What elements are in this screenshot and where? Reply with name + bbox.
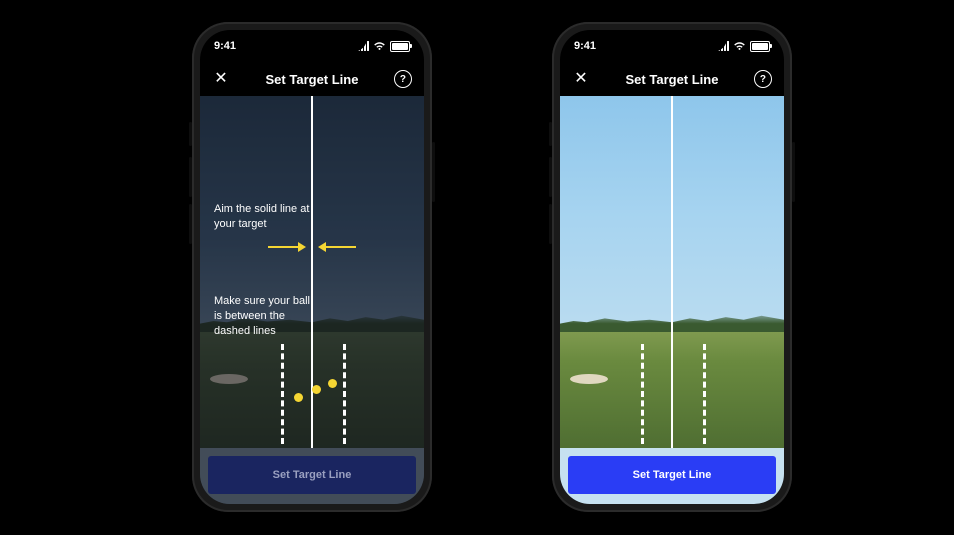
nav-bar: ✕ Set Target Line ? bbox=[560, 62, 784, 96]
phone-mute-switch bbox=[549, 122, 552, 146]
phone-side-button bbox=[792, 142, 795, 202]
nav-bar: ✕ Set Target Line ? bbox=[200, 62, 424, 96]
arrow-left-icon bbox=[318, 240, 356, 254]
phone-volume-down bbox=[189, 204, 192, 244]
phone-volume-up bbox=[549, 157, 552, 197]
ball-zone-dashed-right bbox=[343, 344, 346, 444]
phone-mockup-live: 9:41 ✕ Set Target Line ? bbox=[552, 22, 792, 512]
ball-zone-dashed-left bbox=[641, 344, 644, 444]
page-title: Set Target Line bbox=[266, 72, 359, 87]
aim-arrows bbox=[200, 240, 424, 256]
phone-volume-down bbox=[549, 204, 552, 244]
close-icon[interactable]: ✕ bbox=[572, 70, 590, 88]
ball-zone-dashed-right bbox=[703, 344, 706, 444]
phone-mockup-instructional: 9:41 ✕ Set Target Line ? bbox=[192, 22, 432, 512]
wifi-icon bbox=[373, 41, 386, 51]
battery-icon bbox=[750, 41, 770, 52]
phone-notch bbox=[617, 30, 727, 52]
scene-bunker bbox=[570, 374, 608, 384]
instruction-aim-text: Aim the solid line at your target bbox=[214, 202, 314, 232]
set-target-line-button[interactable]: Set Target Line bbox=[208, 456, 416, 494]
status-time: 9:41 bbox=[214, 40, 236, 52]
help-icon[interactable]: ? bbox=[754, 70, 772, 88]
battery-icon bbox=[390, 41, 410, 52]
camera-viewport: Set Target Line bbox=[560, 96, 784, 504]
status-time: 9:41 bbox=[574, 40, 596, 52]
wifi-icon bbox=[733, 41, 746, 51]
phone-side-button bbox=[432, 142, 435, 202]
screenshot-stage: 9:41 ✕ Set Target Line ? bbox=[0, 0, 954, 535]
ball-zone-dashed-left bbox=[281, 344, 284, 444]
target-solid-line bbox=[311, 96, 313, 448]
cta-label: Set Target Line bbox=[273, 469, 352, 481]
camera-viewport: Aim the solid line at your target Make s… bbox=[200, 96, 424, 504]
close-icon[interactable]: ✕ bbox=[212, 70, 230, 88]
sample-ball-icon bbox=[328, 379, 337, 388]
phone-volume-up bbox=[189, 157, 192, 197]
set-target-line-button[interactable]: Set Target Line bbox=[568, 456, 776, 494]
cta-label: Set Target Line bbox=[633, 469, 712, 481]
instruction-ball-text: Make sure your ball is between the dashe… bbox=[214, 294, 314, 339]
phone-mute-switch bbox=[189, 122, 192, 146]
page-title: Set Target Line bbox=[626, 72, 719, 87]
sample-ball-icon bbox=[312, 385, 321, 394]
sample-ball-icon bbox=[294, 393, 303, 402]
target-solid-line bbox=[671, 96, 673, 448]
phone-notch bbox=[257, 30, 367, 52]
help-icon[interactable]: ? bbox=[394, 70, 412, 88]
arrow-right-icon bbox=[268, 240, 306, 254]
